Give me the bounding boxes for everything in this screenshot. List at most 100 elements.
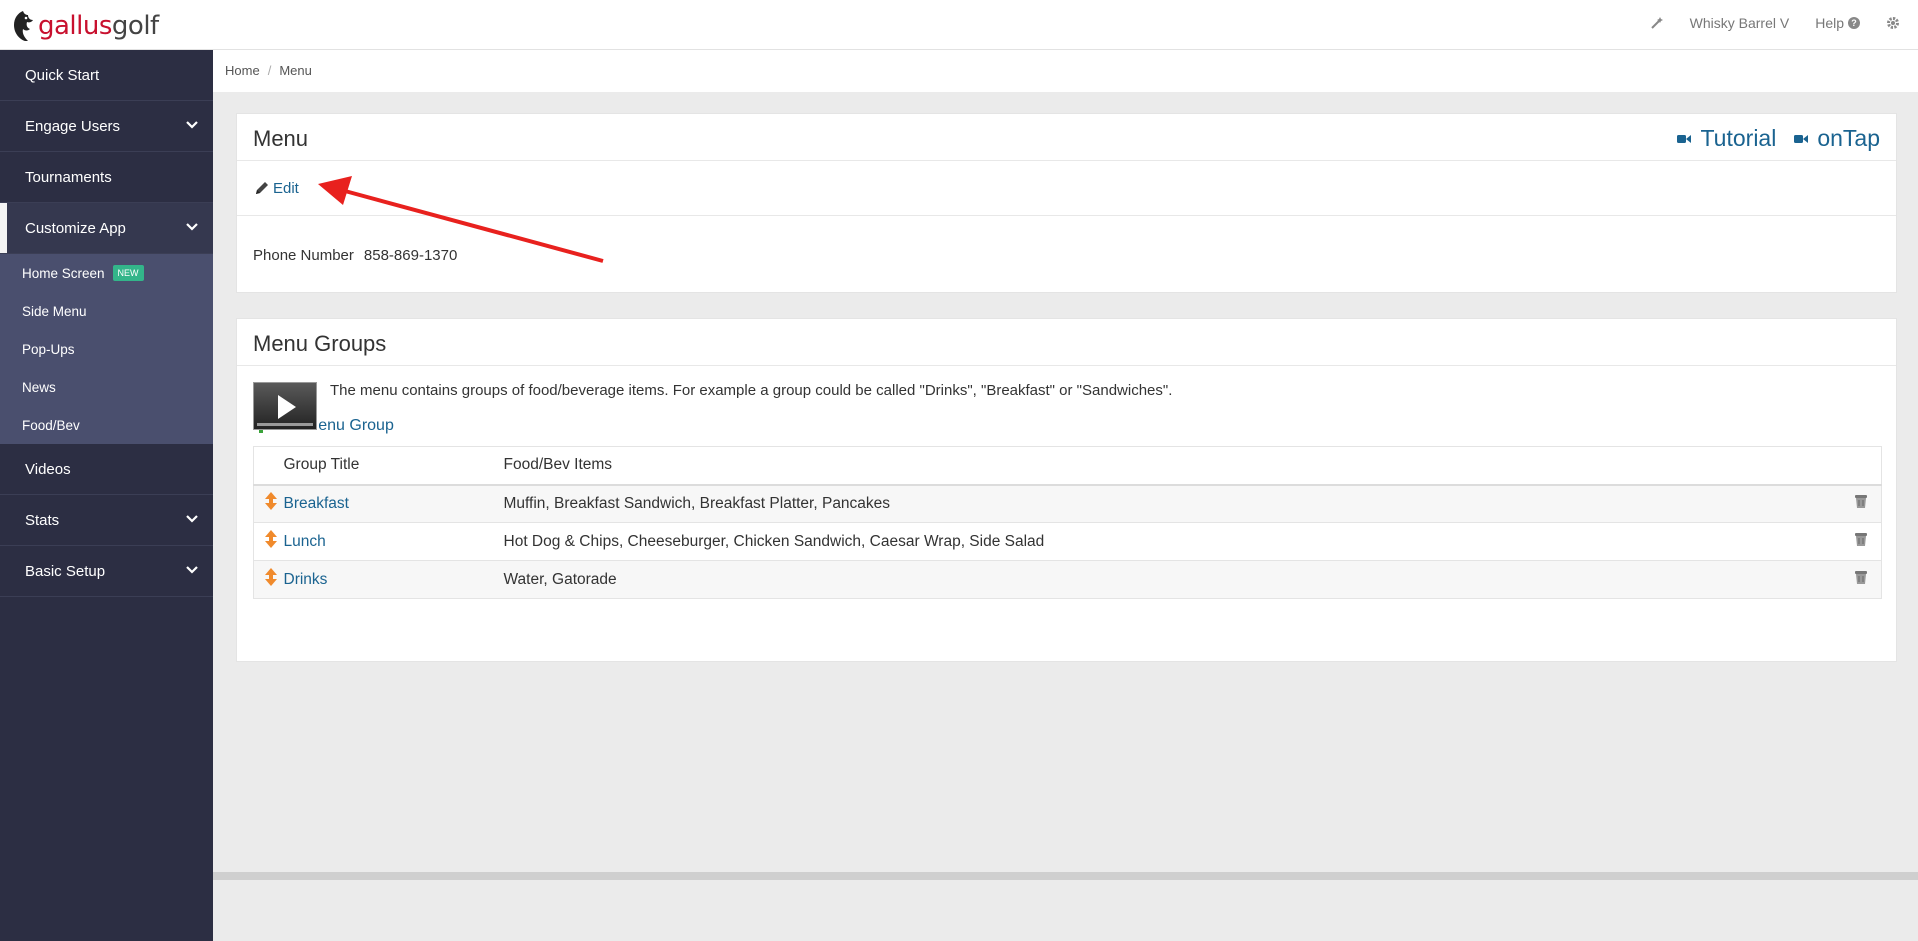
- group-items-cell: Muffin, Breakfast Sandwich, Breakfast Pl…: [503, 484, 1842, 523]
- group-items-cell: Hot Dog & Chips, Cheeseburger, Chicken S…: [503, 522, 1842, 561]
- menu-groups-table: Group Title Food/Bev Items Breakfast Muf…: [253, 446, 1882, 599]
- delete-column-header: [1841, 446, 1882, 486]
- sort-arrows-icon: [264, 492, 277, 511]
- group-title-link[interactable]: Breakfast: [284, 495, 349, 512]
- sidebar-item-label: Basic Setup: [25, 562, 106, 580]
- drag-handle[interactable]: [253, 522, 284, 561]
- brand-wordmark: gallusgolf: [38, 11, 159, 41]
- magic-wand-icon[interactable]: [1650, 16, 1664, 30]
- video-thumbnail[interactable]: [253, 382, 317, 430]
- delete-cell: [1841, 522, 1882, 561]
- sidebar-subitem-label: Home Screen: [22, 265, 105, 281]
- chevron-down-icon: [186, 515, 198, 523]
- sidebar-item-tournaments[interactable]: Tournaments: [0, 152, 213, 203]
- table-row: Drinks Water, Gatorade: [253, 560, 1882, 599]
- footer-divider: [213, 872, 1918, 880]
- breadcrumb-current: Menu: [279, 63, 312, 78]
- drag-handle[interactable]: [253, 560, 284, 599]
- menu-groups-panel: Menu Groups The menu contains groups of …: [236, 318, 1897, 662]
- sidebar-subitem-label: Pop-Ups: [22, 341, 75, 357]
- tutorial-link[interactable]: Tutorial: [1677, 125, 1776, 152]
- top-bar: gallusgolf Whisky Barrel V Help ?: [0, 0, 1918, 50]
- phone-row: Phone Number 858-869-1370: [237, 216, 1896, 294]
- gear-icon[interactable]: [1886, 16, 1900, 30]
- group-title-link[interactable]: Lunch: [284, 533, 326, 550]
- sidebar-subitem-label: Side Menu: [22, 303, 87, 319]
- chevron-down-icon: [186, 121, 198, 129]
- sidebar-item-engage-users[interactable]: Engage Users: [0, 101, 213, 152]
- drag-column-header: [253, 446, 284, 486]
- edit-label: Edit: [273, 179, 299, 197]
- group-title-cell: Breakfast: [283, 484, 504, 523]
- edit-link[interactable]: Edit: [254, 180, 299, 197]
- sidebar-item-label: Customize App: [25, 219, 126, 237]
- drag-handle[interactable]: [253, 484, 284, 523]
- menu-panel-header: Menu Tutorial onTap: [237, 114, 1896, 161]
- group-title-link[interactable]: Drinks: [284, 571, 328, 588]
- trash-icon[interactable]: [1854, 569, 1868, 585]
- sort-arrows-icon: [264, 568, 277, 586]
- sidebar-subitem-news[interactable]: News: [0, 368, 213, 406]
- sidebar-item-label: Engage Users: [25, 117, 121, 135]
- rooster-logo-icon: [14, 11, 33, 41]
- phone-value: 858-869-1370: [363, 246, 458, 264]
- table-row: Breakfast Muffin, Breakfast Sandwich, Br…: [253, 484, 1882, 523]
- menu-groups-body: The menu contains groups of food/beverag…: [237, 366, 1896, 599]
- section-title: Menu Groups: [253, 331, 387, 356]
- page-title: Menu: [253, 126, 309, 151]
- video-camera-icon: [1794, 134, 1809, 143]
- sidebar-subitem-label: Food/Bev: [22, 417, 80, 433]
- user-menu[interactable]: Whisky Barrel V: [1690, 15, 1790, 31]
- header-links: Tutorial onTap: [1677, 125, 1880, 152]
- play-icon: [278, 395, 296, 419]
- intro-row: The menu contains groups of food/beverag…: [253, 382, 1880, 430]
- breadcrumb-separator: /: [267, 63, 272, 78]
- help-link[interactable]: Help ?: [1815, 15, 1860, 31]
- ontap-label: onTap: [1817, 125, 1880, 151]
- new-badge: NEW: [112, 265, 144, 281]
- group-title-cell: Lunch: [283, 522, 504, 561]
- menu-groups-header: Menu Groups: [237, 319, 1896, 366]
- sidebar-subitem-pop-ups[interactable]: Pop-Ups: [0, 330, 213, 368]
- help-label: Help: [1815, 15, 1844, 31]
- question-icon: ?: [1848, 17, 1860, 29]
- sidebar-item-videos[interactable]: Videos: [0, 444, 213, 495]
- top-nav: Whisky Barrel V Help ?: [1650, 0, 1900, 46]
- tutorial-label: Tutorial: [1700, 125, 1777, 151]
- ontap-link[interactable]: onTap: [1794, 125, 1880, 152]
- sidebar-item-label: Videos: [25, 460, 71, 478]
- group-title-cell: Drinks: [283, 560, 504, 599]
- edit-row: Edit: [237, 161, 1896, 216]
- brand-logo[interactable]: gallusgolf: [10, 8, 159, 44]
- column-header-items: Food/Bev Items: [503, 446, 1842, 486]
- group-items-cell: Water, Gatorade: [503, 560, 1842, 599]
- pencil-icon: [256, 182, 268, 194]
- sidebar-item-stats[interactable]: Stats: [0, 495, 213, 546]
- column-header-group-title: Group Title: [283, 446, 504, 486]
- delete-cell: [1841, 484, 1882, 523]
- sidebar: Quick Start Engage Users Tournaments Cus…: [0, 50, 213, 941]
- breadcrumb-home[interactable]: Home: [225, 63, 260, 78]
- sidebar-subitem-food-bev[interactable]: Food/Bev: [0, 406, 213, 444]
- sidebar-subitem-side-menu[interactable]: Side Menu: [0, 292, 213, 330]
- menu-panel: Menu Tutorial onTap Edit Phone Number 85…: [236, 113, 1897, 293]
- breadcrumb-bar: Home / Menu: [213, 50, 1918, 92]
- sidebar-item-basic-setup[interactable]: Basic Setup: [0, 546, 213, 597]
- sidebar-subitem-label: News: [22, 379, 56, 395]
- trash-icon[interactable]: [1854, 493, 1868, 509]
- chevron-down-icon: [186, 223, 198, 231]
- customize-app-submenu: Home Screen NEW Side Menu Pop-Ups News F…: [0, 254, 213, 444]
- intro-text: The menu contains groups of food/beverag…: [330, 382, 1173, 399]
- sidebar-item-label: Stats: [25, 511, 60, 529]
- chevron-down-icon: [186, 566, 198, 574]
- sidebar-item-customize-app[interactable]: Customize App: [0, 203, 213, 254]
- phone-label: Phone Number: [253, 246, 354, 264]
- sort-arrows-icon: [264, 530, 277, 548]
- sidebar-subitem-home-screen[interactable]: Home Screen NEW: [0, 254, 213, 292]
- trash-icon[interactable]: [1854, 531, 1868, 547]
- sidebar-item-label: Tournaments: [25, 168, 112, 186]
- video-progress-bar: [257, 423, 313, 426]
- sidebar-item-quick-start[interactable]: Quick Start: [0, 50, 213, 101]
- table-row: Lunch Hot Dog & Chips, Cheeseburger, Chi…: [253, 522, 1882, 561]
- video-camera-icon: [1677, 134, 1692, 143]
